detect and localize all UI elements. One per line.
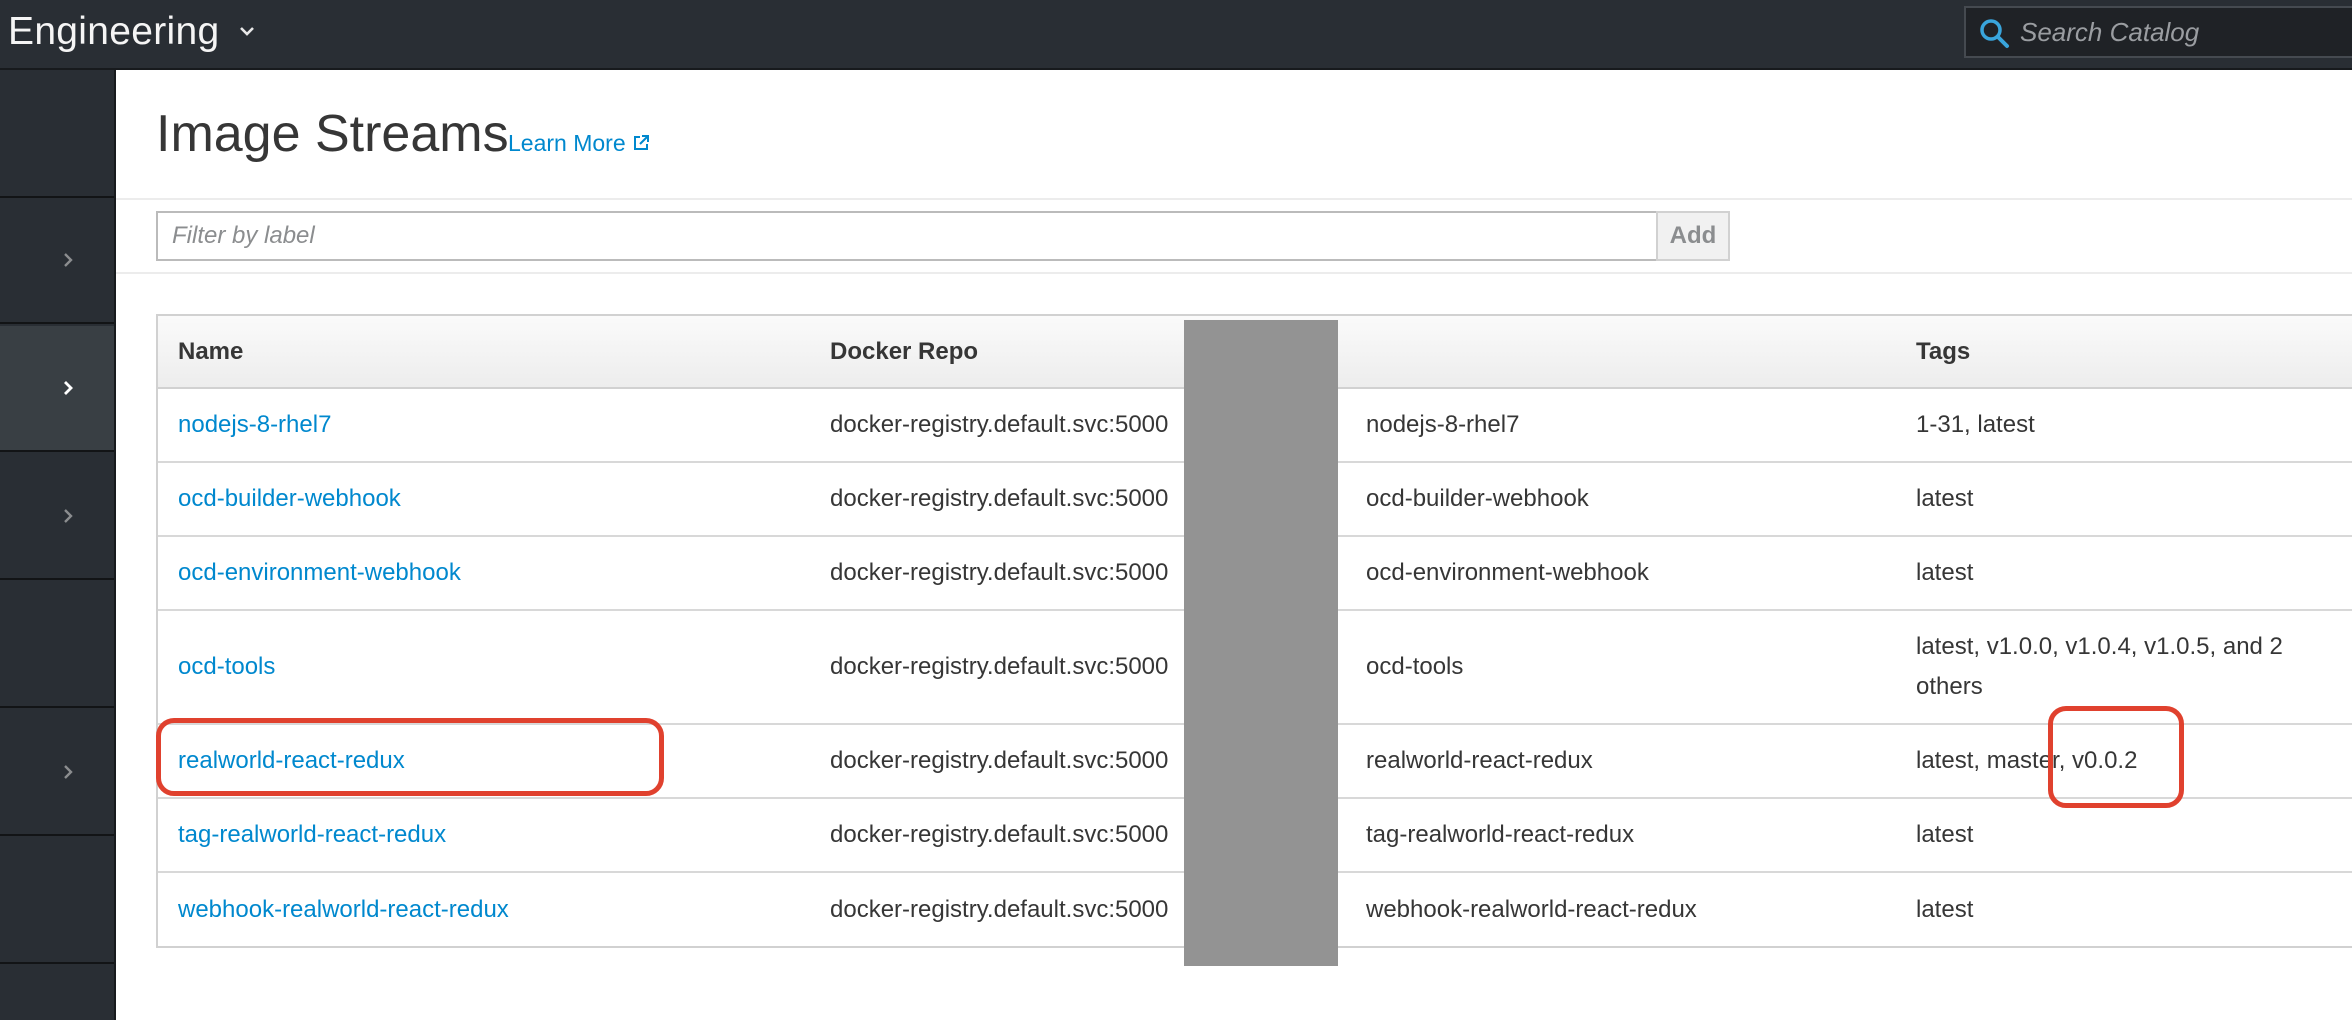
search-icon — [1980, 19, 2009, 48]
repo-suffix: ocd-builder-webhook — [1366, 485, 1589, 512]
search-catalog[interactable] — [1964, 6, 2352, 58]
project-name[interactable]: Engineering — [8, 8, 219, 56]
page-title: Image Streams — [156, 105, 509, 163]
docker-repo-cell: docker-registry.default.svc:5000 realworl… — [810, 724, 1896, 799]
tags-cell: latest — [1896, 462, 2352, 537]
tags-cell: 1-31, latest — [1896, 388, 2352, 463]
nav-item-5[interactable] — [0, 582, 114, 708]
nav-item-3[interactable] — [0, 326, 114, 452]
column-header-docker-repo[interactable]: Docker Repo — [810, 316, 1896, 389]
search-input[interactable] — [2020, 8, 2350, 56]
image-stream-link[interactable]: ocd-tools — [178, 653, 275, 680]
repo-suffix: ocd-environment-webhook — [1366, 559, 1649, 586]
image-stream-link[interactable]: webhook-realworld-react-redux — [178, 896, 509, 923]
learn-more-link[interactable]: Learn More — [508, 128, 650, 158]
annotation-highlight-tag — [2048, 706, 2184, 808]
external-link-icon — [633, 135, 649, 150]
docker-repo-cell: docker-registry.default.svc:5000 ocd-buil… — [810, 462, 1896, 537]
tags-cell: latest — [1896, 536, 2352, 611]
vertical-nav — [0, 70, 116, 1020]
docker-repo-cell: docker-registry.default.svc:5000 webhook-… — [810, 872, 1896, 946]
column-header-name[interactable]: Name — [158, 316, 810, 389]
header-divider — [116, 198, 2352, 200]
nav-item-4[interactable] — [0, 454, 114, 580]
add-filter-button[interactable]: Add — [1656, 211, 1730, 261]
nav-item-6[interactable] — [0, 710, 114, 836]
repo-suffix: realworld-react-redux — [1366, 747, 1593, 774]
docker-repo-cell: docker-registry.default.svc:5000 ocd-envi… — [810, 536, 1896, 611]
filter-by-label-input[interactable] — [156, 211, 1658, 261]
docker-repo-cell: docker-registry.default.svc:5000 ocd-tool… — [810, 610, 1896, 725]
nav-item-1[interactable] — [0, 70, 114, 198]
image-stream-link[interactable]: ocd-builder-webhook — [178, 485, 401, 512]
image-stream-link[interactable]: nodejs-8-rhel7 — [178, 411, 331, 438]
column-header-tags[interactable]: Tags — [1896, 316, 2352, 389]
tags-cell: latest — [1896, 798, 2352, 873]
docker-repo-cell: docker-registry.default.svc:5000 tag-real… — [810, 798, 1896, 873]
learn-more-label: Learn More — [508, 130, 626, 156]
toolbar-divider — [116, 272, 2352, 274]
repo-suffix: nodejs-8-rhel7 — [1366, 411, 1520, 438]
chevron-right-icon — [64, 381, 73, 395]
nav-item-7[interactable] — [0, 838, 114, 964]
chevron-right-icon — [64, 765, 73, 779]
masthead: Engineering — [0, 0, 2352, 70]
redaction-block — [1184, 320, 1338, 966]
annotation-highlight-name — [156, 718, 664, 796]
chevron-down-icon[interactable] — [236, 16, 258, 46]
repo-suffix: webhook-realworld-react-redux — [1366, 895, 1697, 923]
nav-item-2[interactable] — [0, 198, 114, 324]
image-stream-link[interactable]: ocd-environment-webhook — [178, 559, 461, 586]
image-stream-link[interactable]: tag-realworld-react-redux — [178, 821, 446, 848]
docker-repo-cell: docker-registry.default.svc:5000 nodejs-8… — [810, 388, 1896, 463]
chevron-right-icon — [64, 253, 73, 267]
repo-suffix: ocd-tools — [1366, 653, 1464, 680]
chevron-right-icon — [64, 509, 73, 523]
tags-cell: latest — [1916, 895, 1974, 923]
repo-suffix: tag-realworld-react-redux — [1366, 821, 1635, 848]
